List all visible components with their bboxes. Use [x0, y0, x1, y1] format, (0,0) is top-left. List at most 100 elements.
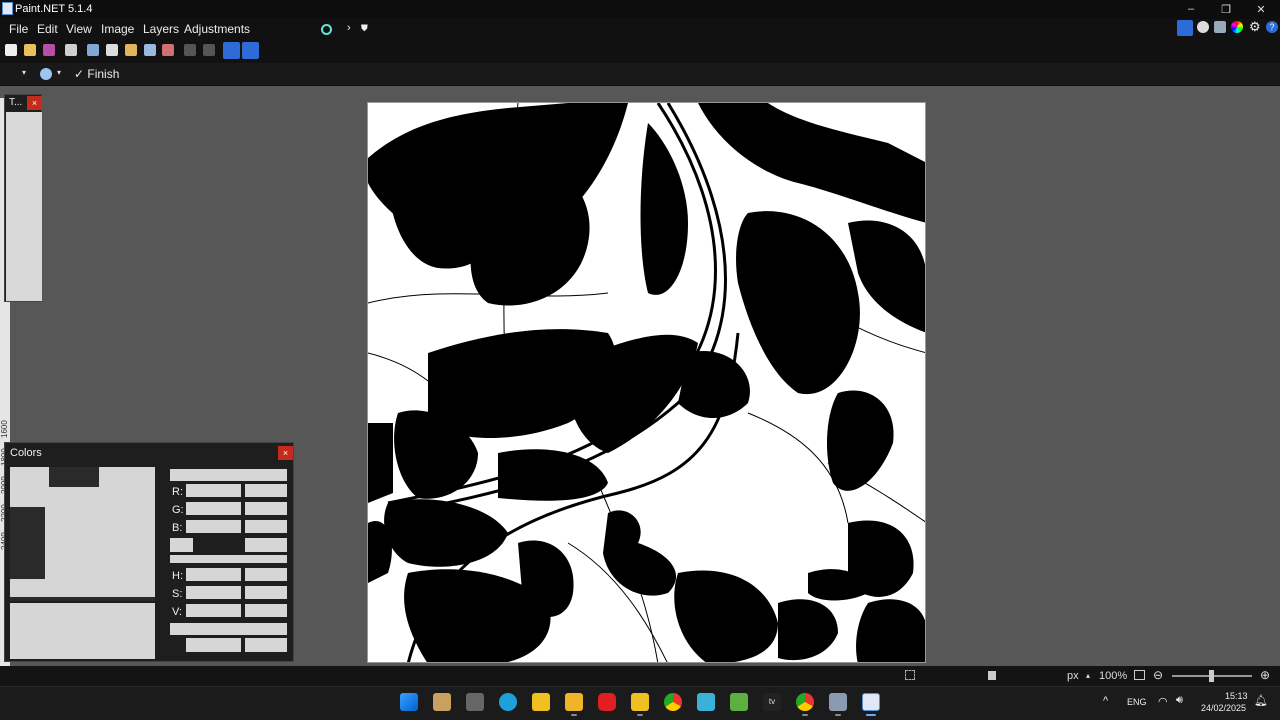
chevron-down-icon[interactable]: ▾ — [22, 68, 26, 77]
history-icon[interactable] — [1197, 21, 1209, 33]
fit-window-icon[interactable] — [1134, 670, 1145, 680]
apple-tv-icon[interactable]: tv — [763, 693, 781, 711]
chevron-right-icon[interactable]: › — [347, 22, 351, 34]
alpha-value-field[interactable] — [245, 638, 287, 652]
v-label: V: — [172, 606, 182, 618]
paintnet-app-icon — [2, 2, 13, 15]
colors-panel-close-button[interactable]: × — [278, 446, 293, 460]
zoom-in-icon[interactable]: ⊕ — [1260, 668, 1270, 682]
layers-icon[interactable] — [1214, 21, 1226, 33]
chevron-down-icon[interactable]: ▾ — [57, 68, 61, 77]
shield-icon[interactable]: ⛊ — [361, 23, 368, 34]
units-select[interactable]: px — [1067, 670, 1079, 682]
volume-icon[interactable]: 🔊︎ — [1176, 694, 1183, 707]
app-icon[interactable] — [433, 693, 451, 711]
s-value-field[interactable] — [245, 586, 287, 599]
h-value-field[interactable] — [245, 568, 287, 581]
copy-icon[interactable] — [106, 44, 118, 56]
r-slider[interactable] — [186, 484, 241, 497]
close-button[interactable]: ✕ — [1253, 3, 1269, 16]
zoom-level[interactable]: 100% — [1099, 670, 1127, 682]
ruler-label: 1600 — [0, 420, 9, 438]
cut-icon[interactable] — [87, 44, 99, 56]
undo-icon[interactable] — [184, 44, 196, 56]
palette-area[interactable] — [10, 603, 155, 659]
running-indicator — [802, 714, 808, 716]
pixel-grid-icon[interactable] — [223, 42, 240, 59]
chrome-icon[interactable] — [664, 693, 682, 711]
show-hidden-icons-chevron[interactable]: ^ — [1103, 695, 1108, 707]
h-label: H: — [172, 570, 183, 582]
tools-panel-close-button[interactable]: × — [27, 96, 42, 110]
running-indicator — [835, 714, 841, 716]
open-file-icon[interactable] — [24, 44, 36, 56]
colors-panel-title: Colors — [10, 447, 42, 459]
notes-icon[interactable] — [532, 693, 550, 711]
ring-icon[interactable] — [321, 24, 332, 35]
menu-adjustments[interactable]: Adjustments — [184, 22, 250, 36]
alpha-slider[interactable] — [170, 623, 287, 635]
image-canvas[interactable] — [367, 102, 926, 663]
paintnet-taskbar-icon[interactable] — [862, 693, 880, 711]
edge-icon[interactable] — [499, 693, 517, 711]
rulers-icon[interactable] — [242, 42, 259, 59]
file-explorer-icon[interactable] — [565, 693, 583, 711]
b-value-field[interactable] — [245, 520, 287, 533]
finish-button[interactable]: ✓ Finish — [74, 67, 119, 81]
media-app-icon[interactable] — [466, 693, 484, 711]
color-mode-select[interactable] — [170, 469, 287, 481]
running-indicator — [637, 714, 643, 716]
hex-label-box — [170, 538, 193, 552]
clock-date[interactable]: 24/02/2025 — [1201, 703, 1246, 713]
deselect-icon[interactable] — [162, 44, 174, 56]
v-slider[interactable] — [186, 604, 241, 617]
h-slider[interactable] — [186, 568, 241, 581]
s-slider[interactable] — [186, 586, 241, 599]
zoom-out-icon[interactable]: ⊖ — [1153, 668, 1163, 682]
paste-icon[interactable] — [125, 44, 137, 56]
crop-icon[interactable] — [144, 44, 156, 56]
g-slider[interactable] — [186, 502, 241, 515]
help-icon[interactable]: ? — [1266, 21, 1278, 33]
colors-icon[interactable] — [1231, 21, 1243, 33]
menu-view[interactable]: View — [66, 22, 92, 36]
menu-file[interactable]: File — [9, 22, 28, 36]
alpha-label-box — [186, 638, 241, 652]
tools-toggle-icon[interactable] — [1177, 20, 1193, 36]
menu-layers[interactable]: Layers — [143, 22, 179, 36]
maximize-button[interactable]: ❐ — [1218, 3, 1234, 16]
g-value-field[interactable] — [245, 502, 287, 515]
menu-edit[interactable]: Edit — [37, 22, 58, 36]
app-icon[interactable] — [730, 693, 748, 711]
hex-field[interactable] — [245, 538, 287, 552]
active-indicator — [866, 714, 876, 716]
gear-icon[interactable]: ⚙ — [1249, 19, 1261, 35]
chrome-profile-icon[interactable] — [796, 693, 814, 711]
app-icon[interactable] — [829, 693, 847, 711]
selection-mode-icon[interactable] — [40, 68, 52, 80]
r-value-field[interactable] — [245, 484, 287, 497]
v-value-field[interactable] — [245, 604, 287, 617]
notification-bell-icon[interactable]: 🔔︎ — [1254, 694, 1268, 707]
running-indicator — [571, 714, 577, 716]
youtube-icon[interactable] — [598, 693, 616, 711]
primary-color-swatch[interactable] — [10, 507, 45, 579]
wifi-icon[interactable]: ◠ — [1158, 695, 1168, 708]
zoom-slider-thumb[interactable] — [1209, 670, 1214, 682]
menu-image[interactable]: Image — [101, 22, 134, 36]
tools-palette[interactable] — [6, 112, 42, 301]
language-indicator[interactable]: ENG — [1127, 697, 1147, 707]
clock-time[interactable]: 15:13 — [1225, 691, 1248, 701]
windows-start-icon[interactable] — [400, 693, 418, 711]
chevron-up-icon[interactable]: ▴ — [1086, 671, 1090, 680]
minimize-button[interactable]: – — [1183, 3, 1199, 15]
save-icon[interactable] — [43, 44, 55, 56]
divider — [10, 597, 155, 601]
sticky-notes-icon[interactable] — [631, 693, 649, 711]
redo-icon[interactable] — [203, 44, 215, 56]
print-icon[interactable] — [65, 44, 77, 56]
b-slider[interactable] — [186, 520, 241, 533]
tool-options-bar — [0, 63, 1280, 85]
new-file-icon[interactable] — [5, 44, 17, 56]
calendar-app-icon[interactable] — [697, 693, 715, 711]
